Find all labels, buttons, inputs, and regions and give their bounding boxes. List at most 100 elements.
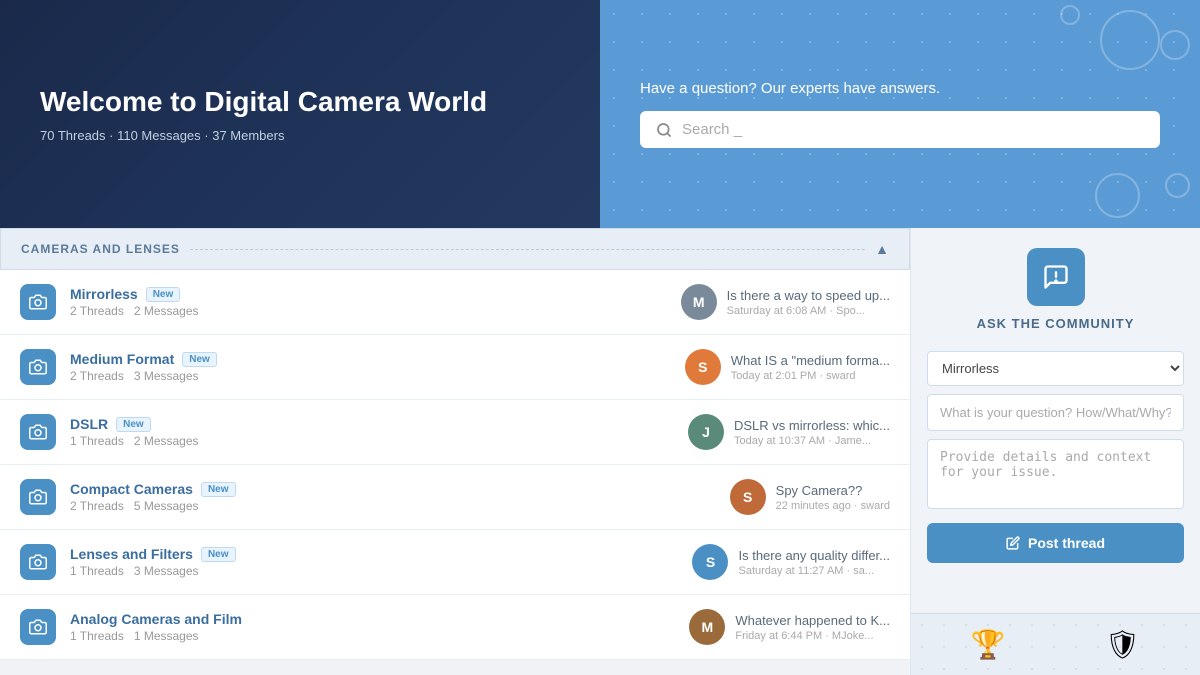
forum-select[interactable]: MirrorlessMedium FormatDSLRCompact Camer… (927, 351, 1184, 386)
forum-meta: 2 Threads 3 Messages (70, 369, 685, 383)
question-input[interactable] (927, 394, 1184, 431)
chat-question-icon (1042, 263, 1070, 291)
forum-icon (20, 349, 56, 385)
decorative-circle (1165, 173, 1190, 198)
new-badge: New (201, 547, 236, 562)
last-post-meta: Saturday at 11:27 AM · sa... (738, 565, 890, 577)
new-badge: New (116, 417, 151, 432)
forum-row[interactable]: Compact Cameras New 2 Threads 5 Messages… (0, 465, 910, 530)
ask-community-header: ASK THE COMMUNITY (911, 228, 1200, 341)
camera-icon (29, 293, 47, 311)
last-post-title: Is there a way to speed up... (727, 288, 890, 303)
camera-icon (29, 423, 47, 441)
trophy-icon: 🏆 (971, 628, 1006, 661)
forum-info: Medium Format New 2 Threads 3 Messages (70, 351, 685, 383)
last-post-meta: Saturday at 6:08 AM · Spo... (727, 305, 890, 317)
forum-last-post: S Is there any quality differ... Saturda… (692, 544, 890, 580)
forum-meta: 1 Threads 1 Messages (70, 629, 689, 643)
last-post-title: DSLR vs mirrorless: whic... (734, 418, 890, 433)
forum-info: Mirrorless New 2 Threads 2 Messages (70, 286, 681, 318)
forum-last-post: S Spy Camera?? 22 minutes ago · sward (730, 479, 890, 515)
last-post-title: Whatever happened to K... (735, 613, 890, 628)
forum-row[interactable]: Medium Format New 2 Threads 3 Messages S… (0, 335, 910, 400)
left-panel: CAMERAS AND LENSES ▲ Mirrorless New 2 Th… (0, 228, 910, 675)
ask-form: MirrorlessMedium FormatDSLRCompact Camer… (911, 341, 1200, 519)
forum-meta: 1 Threads 2 Messages (70, 434, 688, 448)
last-post-meta: Today at 10:37 AM · Jame... (734, 435, 890, 447)
camera-icon (29, 358, 47, 376)
avatar: M (681, 284, 717, 320)
avatar: M (689, 609, 725, 645)
avatar: S (692, 544, 728, 580)
camera-icon (29, 618, 47, 636)
forum-icon (20, 609, 56, 645)
forum-icon (20, 479, 56, 515)
forum-last-post: M Whatever happened to K... Friday at 6:… (689, 609, 890, 645)
forum-meta: 2 Threads 2 Messages (70, 304, 681, 318)
hero-stats: 70 Threads · 110 Messages · 37 Members (40, 128, 560, 143)
last-post-meta: 22 minutes ago · sward (776, 500, 890, 512)
avatar: S (730, 479, 766, 515)
details-textarea[interactable] (927, 439, 1184, 509)
last-post-meta: Friday at 6:44 PM · MJoke... (735, 630, 890, 642)
forum-info: Analog Cameras and Film 1 Threads 1 Mess… (70, 611, 689, 643)
forum-name: Compact Cameras New (70, 481, 730, 497)
avatar: J (688, 414, 724, 450)
forum-name: Mirrorless New (70, 286, 681, 302)
forum-meta: 1 Threads 3 Messages (70, 564, 692, 578)
last-post-info: Spy Camera?? 22 minutes ago · sward (776, 483, 890, 512)
camera-icon (29, 553, 47, 571)
forum-row[interactable]: Analog Cameras and Film 1 Threads 1 Mess… (0, 595, 910, 660)
section-header: CAMERAS AND LENSES ▲ (0, 228, 910, 270)
forum-icon (20, 284, 56, 320)
hero-right-panel: Have a question? Our experts have answer… (600, 0, 1200, 228)
last-post-info: Whatever happened to K... Friday at 6:44… (735, 613, 890, 642)
search-input[interactable] (682, 121, 1144, 138)
post-thread-button[interactable]: Post thread (927, 523, 1184, 563)
last-post-title: What IS a "medium forma... (731, 353, 890, 368)
hero-left-panel: Welcome to Digital Camera World 70 Threa… (0, 0, 600, 228)
forum-info: Compact Cameras New 2 Threads 5 Messages (70, 481, 730, 513)
hero-question-text: Have a question? Our experts have answer… (640, 80, 1160, 97)
last-post-title: Spy Camera?? (776, 483, 890, 498)
decorative-circle (1095, 173, 1140, 218)
forum-name: Analog Cameras and Film (70, 611, 689, 627)
pencil-icon (1006, 536, 1020, 550)
forum-last-post: M Is there a way to speed up... Saturday… (681, 284, 890, 320)
hero-title: Welcome to Digital Camera World (40, 86, 560, 118)
new-badge: New (146, 287, 181, 302)
forum-row[interactable]: Lenses and Filters New 1 Threads 3 Messa… (0, 530, 910, 595)
ask-community-title: ASK THE COMMUNITY (977, 316, 1135, 331)
last-post-title: Is there any quality differ... (738, 548, 890, 563)
main-content: CAMERAS AND LENSES ▲ Mirrorless New 2 Th… (0, 228, 1200, 675)
decorative-circle (1160, 30, 1190, 60)
bottom-dots (911, 614, 1200, 675)
last-post-meta: Today at 2:01 PM · sward (731, 370, 890, 382)
forum-icon (20, 414, 56, 450)
decorative-circle (1060, 5, 1080, 25)
camera-icon (29, 488, 47, 506)
shield-icon: 🛡 (1105, 628, 1141, 661)
new-badge: New (201, 482, 236, 497)
forum-name: DSLR New (70, 416, 688, 432)
search-icon (656, 122, 672, 138)
right-panel-bottom: 🏆 🛡 (911, 613, 1200, 675)
last-post-info: What IS a "medium forma... Today at 2:01… (731, 353, 890, 382)
last-post-info: DSLR vs mirrorless: whic... Today at 10:… (734, 418, 890, 447)
forum-last-post: S What IS a "medium forma... Today at 2:… (685, 349, 890, 385)
right-panel: ASK THE COMMUNITY MirrorlessMedium Forma… (910, 228, 1200, 675)
forum-info: DSLR New 1 Threads 2 Messages (70, 416, 688, 448)
collapse-button[interactable]: ▲ (875, 241, 889, 257)
search-bar[interactable] (640, 111, 1160, 148)
forum-list: Mirrorless New 2 Threads 2 Messages M Is… (0, 270, 910, 660)
ask-icon-box (1027, 248, 1085, 306)
forum-info: Lenses and Filters New 1 Threads 3 Messa… (70, 546, 692, 578)
forum-meta: 2 Threads 5 Messages (70, 499, 730, 513)
forum-row[interactable]: Mirrorless New 2 Threads 2 Messages M Is… (0, 270, 910, 335)
new-badge: New (182, 352, 217, 367)
forum-row[interactable]: DSLR New 1 Threads 2 Messages J DSLR vs … (0, 400, 910, 465)
decorative-circle (1100, 10, 1160, 70)
forum-icon (20, 544, 56, 580)
forum-last-post: J DSLR vs mirrorless: whic... Today at 1… (688, 414, 890, 450)
last-post-info: Is there a way to speed up... Saturday a… (727, 288, 890, 317)
